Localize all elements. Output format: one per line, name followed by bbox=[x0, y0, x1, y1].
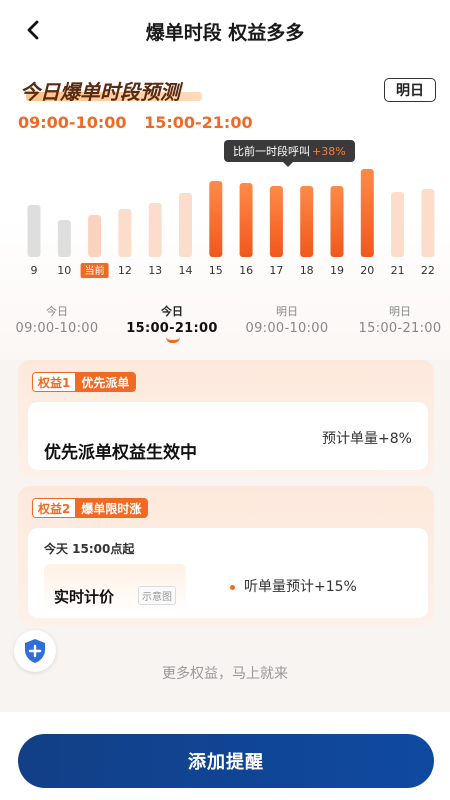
chart-bar-10 bbox=[57, 220, 71, 257]
badge-number: 权益1 bbox=[33, 373, 76, 391]
chart-x-label: 当前 bbox=[85, 264, 105, 277]
chart-x-label: 19 bbox=[330, 264, 344, 277]
chart-x-label: 18 bbox=[300, 264, 314, 277]
chart-bar-15 bbox=[209, 181, 223, 257]
header: 爆单时段 权益多多 bbox=[0, 0, 450, 60]
badge-name: 爆单限时涨 bbox=[75, 499, 148, 517]
chart-x-label: 9 bbox=[31, 264, 38, 277]
chart-bar-19 bbox=[330, 186, 344, 257]
bullet-dot bbox=[230, 585, 235, 590]
tooltip-arrow bbox=[283, 162, 293, 167]
tab-day: 今日 bbox=[161, 305, 183, 318]
chart-x-label: 16 bbox=[239, 264, 253, 277]
tooltip-text: 比前一时段呼叫 bbox=[233, 145, 310, 158]
page-title: 爆单时段 权益多多 bbox=[145, 22, 305, 44]
benefit-badge: 权益1 优先派单 bbox=[32, 372, 137, 392]
chart-bar-当前 bbox=[88, 215, 102, 257]
tomorrow-button[interactable]: 明日 bbox=[384, 78, 436, 102]
chart-bar-20 bbox=[360, 169, 374, 257]
chart-x-label: 14 bbox=[179, 264, 193, 277]
peak-range-1: 09:00-10:00 bbox=[18, 113, 127, 132]
benefit-body: 优先派单权益生效中 预计单量+8% bbox=[28, 402, 428, 470]
peak-range-2: 15:00-21:00 bbox=[144, 113, 253, 132]
chart-bar-17 bbox=[269, 186, 283, 257]
chart-x-label: 10 bbox=[57, 264, 71, 277]
chart-x-label: 15 bbox=[209, 264, 223, 277]
tab-day: 明日 bbox=[276, 305, 298, 318]
chart-bar-16 bbox=[239, 183, 253, 257]
chart-bar-21 bbox=[391, 192, 405, 257]
benefit-start-time: 今天 15:00点起 bbox=[44, 542, 135, 556]
tab-range: 09:00-10:00 bbox=[15, 321, 99, 336]
benefit-estimate: 听单量预计+15% bbox=[244, 579, 357, 595]
shield-plus-icon bbox=[25, 639, 45, 663]
tab-range: 15:00-21:00 bbox=[358, 321, 442, 336]
chart-bar-14 bbox=[179, 193, 192, 257]
chart-bar-18 bbox=[300, 186, 314, 257]
chart-x-label: 22 bbox=[421, 264, 435, 277]
benefit-body: 今天 15:00点起 实时计价 示意图 听单量预计+15% bbox=[28, 528, 428, 618]
more-benefits-text: 更多权益，马上就来 bbox=[162, 666, 288, 682]
tab-range: 09:00-10:00 bbox=[245, 321, 329, 336]
chart-bar-13 bbox=[148, 203, 162, 257]
benefit-card-2: 权益2 爆单限时涨 今天 15:00点起 实时计价 示意图 听单量预计+15% bbox=[18, 486, 434, 626]
demo-tag: 示意图 bbox=[138, 586, 176, 605]
badge-number: 权益2 bbox=[33, 499, 76, 517]
tab-today-afternoon[interactable]: 今日 15:00-21:00 bbox=[117, 303, 227, 336]
badge-name: 优先派单 bbox=[75, 373, 136, 391]
chart-x-label: 17 bbox=[269, 264, 283, 277]
benefit-estimate: 预计单量+8% bbox=[322, 431, 412, 447]
benefit-badge: 权益2 爆单限时涨 bbox=[32, 498, 149, 518]
peak-times: 09:00-10:00 15:00-21:00 bbox=[18, 113, 265, 132]
benefit-card-1: 权益1 优先派单 优先派单权益生效中 预计单量+8% bbox=[18, 360, 434, 478]
tooltip-pct: +38% bbox=[312, 144, 346, 158]
chart-x-label: 21 bbox=[391, 264, 405, 277]
tab-range: 15:00-21:00 bbox=[126, 321, 218, 336]
tab-tomorrow-afternoon[interactable]: 明日 15:00-21:00 bbox=[345, 303, 450, 336]
tab-tomorrow-morning[interactable]: 明日 09:00-10:00 bbox=[232, 303, 342, 336]
realtime-pricing-demo[interactable]: 实时计价 示意图 bbox=[44, 564, 186, 614]
tab-today-morning[interactable]: 今日 09:00-10:00 bbox=[2, 303, 112, 336]
call-increase-tooltip: 比前一时段呼叫 +38% bbox=[224, 140, 355, 162]
chart-x-label: 13 bbox=[148, 264, 162, 277]
chart-x-label: 20 bbox=[360, 264, 374, 277]
forecast-title: 今日爆单时段预测 bbox=[20, 80, 180, 104]
tab-day: 明日 bbox=[389, 305, 411, 318]
chart-bar-22 bbox=[421, 189, 435, 257]
chart-bar-12 bbox=[118, 209, 132, 257]
tab-day: 今日 bbox=[46, 305, 68, 318]
chart-bar-9 bbox=[27, 205, 41, 257]
chart-x-label: 12 bbox=[118, 264, 132, 277]
benefit-status: 优先派单权益生效中 bbox=[44, 443, 197, 463]
demo-label: 实时计价 bbox=[54, 588, 115, 606]
add-reminder-button[interactable]: 添加提醒 bbox=[18, 734, 434, 788]
